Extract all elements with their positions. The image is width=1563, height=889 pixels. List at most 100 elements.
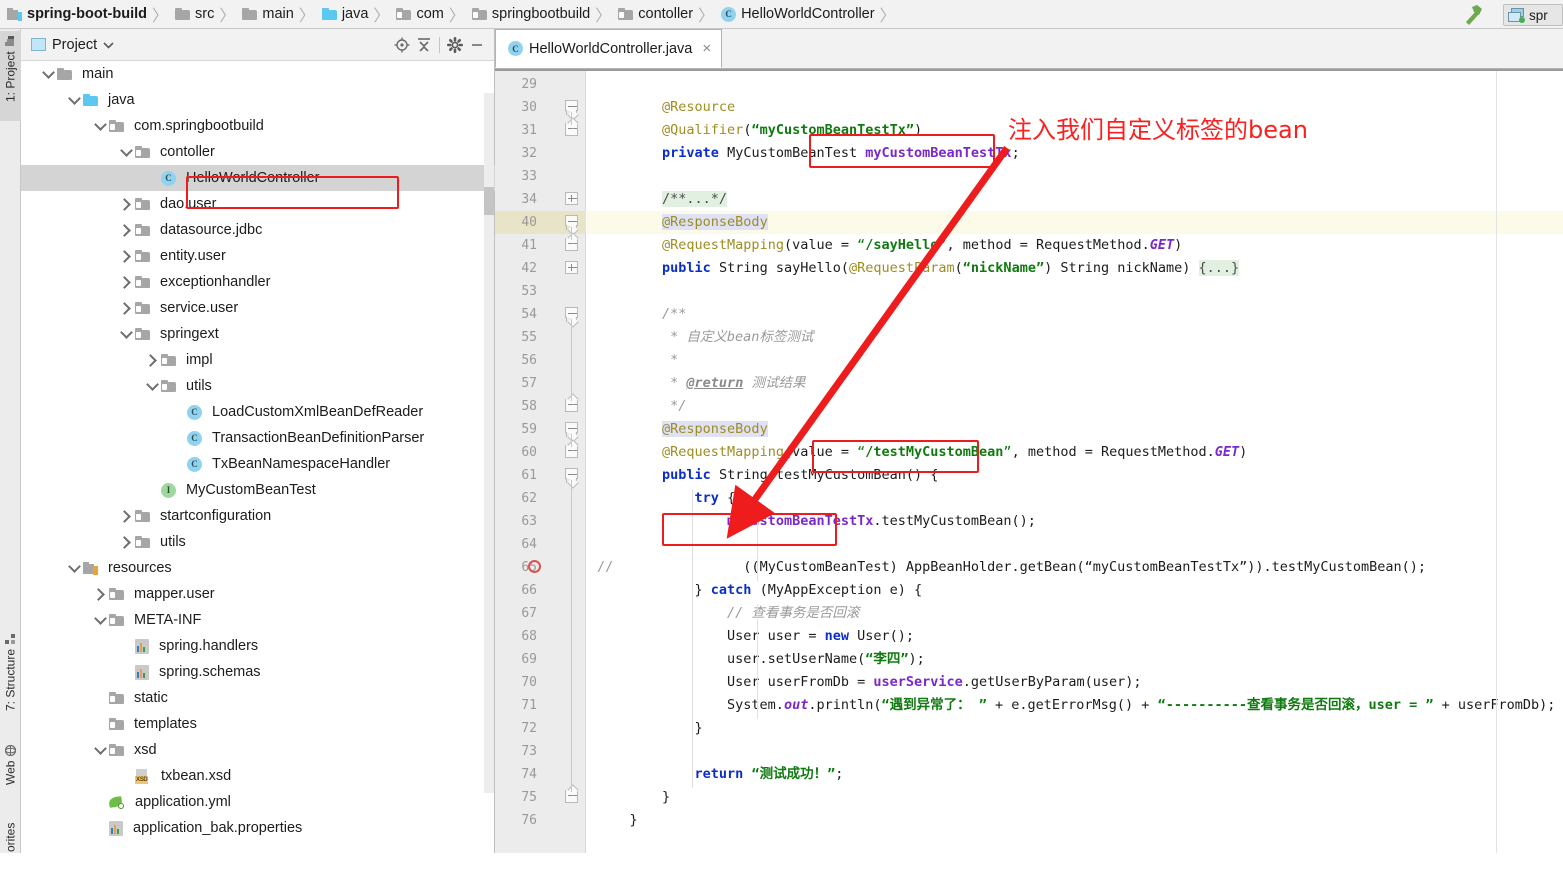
chevron-down-icon[interactable] (103, 41, 114, 49)
tree-row[interactable]: utils (21, 529, 495, 555)
tree-row[interactable]: main (21, 61, 495, 87)
code-line[interactable]: User userFromDb = userService.getUserByP… (597, 671, 1142, 694)
code-line[interactable]: private MyCustomBeanTest myCustomBeanTes… (597, 142, 1020, 165)
fold-marker-plus[interactable] (565, 261, 580, 276)
chevron-right-icon[interactable] (143, 347, 161, 373)
tree-row[interactable]: impl (21, 347, 495, 373)
tree-row[interactable]: xsd (21, 737, 495, 763)
tree-row[interactable]: XSD txbean.xsd (21, 763, 495, 789)
tree-row[interactable]: java (21, 87, 495, 113)
breadcrumb-item-contoller[interactable]: contoller (615, 0, 695, 29)
breakpoint-icon[interactable] (528, 560, 541, 573)
code-line[interactable]: try { (597, 487, 736, 510)
tree-row[interactable]: C LoadCustomXmlBeanDefReader (21, 399, 495, 425)
chevron-down-icon[interactable] (91, 113, 109, 139)
code-line[interactable]: /** (597, 303, 686, 326)
fold-marker-top[interactable] (565, 307, 580, 328)
hammer-icon[interactable] (1463, 5, 1485, 25)
chevron-right-icon[interactable] (117, 269, 135, 295)
tree-row[interactable]: resources (21, 555, 495, 581)
tree-row[interactable]: templates (21, 711, 495, 737)
code-line[interactable]: @ResponseBody (597, 418, 768, 441)
chevron-down-icon[interactable] (117, 321, 135, 347)
code-line[interactable]: @ResponseBody (597, 211, 768, 234)
editor-tab-helloworldcontroller[interactable]: C HelloWorldController.java × (495, 29, 723, 68)
code-line[interactable]: myCustomBeanTestTx.testMyCustomBean(); (597, 510, 1036, 533)
chevron-down-icon[interactable] (65, 555, 83, 581)
locate-icon[interactable] (391, 34, 413, 56)
tree-row[interactable]: C TransactionBeanDefinitionParser (21, 425, 495, 451)
chevron-down-icon[interactable] (117, 139, 135, 165)
chevron-down-icon[interactable] (143, 373, 161, 399)
tree-row[interactable]: startconfiguration (21, 503, 495, 529)
chevron-down-icon[interactable] (65, 87, 83, 113)
tree-row[interactable]: spring.schemas (21, 659, 495, 685)
code-line[interactable]: } catch (MyAppException e) { (597, 579, 923, 602)
code-line[interactable]: * 自定义bean标签测试 (597, 326, 813, 349)
code-line[interactable]: * @return 测试结果 (597, 372, 805, 395)
code-line[interactable]: @Qualifier(“myCustomBeanTestTx”) (597, 119, 922, 142)
breadcrumb-item-com[interactable]: com (393, 0, 445, 29)
code-line[interactable]: public String sayHello(@RequestParam(“ni… (597, 257, 1240, 280)
code-line[interactable]: @RequestMapping(value = “/sayHello”, met… (597, 234, 1182, 257)
tree-row[interactable]: springext (21, 321, 495, 347)
code-line[interactable]: // 查看事务是否回滚 (597, 602, 859, 625)
code-line[interactable]: /**...*/ (597, 188, 728, 211)
breadcrumb-item-src[interactable]: src (172, 0, 216, 29)
tree-row[interactable]: dao.user (21, 191, 495, 217)
tree-row[interactable]: application.yml (21, 789, 495, 815)
code-line[interactable]: System.out.println(“遇到异常了： ” + e.getErro… (597, 694, 1555, 717)
code-line[interactable]: } (597, 717, 703, 740)
chevron-right-icon[interactable] (117, 295, 135, 321)
fold-marker-top[interactable] (565, 215, 580, 236)
chevron-right-icon[interactable] (117, 217, 135, 243)
chevron-right-icon[interactable] (117, 243, 135, 269)
tree-row[interactable]: exceptionhandler (21, 269, 495, 295)
code-line[interactable]: * (597, 349, 678, 372)
fold-marker-top[interactable] (565, 468, 580, 489)
code-line[interactable]: @RequestMapping(value = “/testMyCustomBe… (597, 441, 1247, 464)
chevron-right-icon[interactable] (117, 503, 135, 529)
code-line[interactable]: // ((MyCustomBeanTest) AppBeanHolder.get… (597, 556, 1426, 579)
fold-marker-bot[interactable] (565, 116, 580, 138)
chevron-down-icon[interactable] (39, 61, 57, 87)
code-line[interactable]: } (597, 786, 670, 809)
breadcrumb-item-springbootbuild[interactable]: springbootbuild (469, 0, 592, 29)
tree-row[interactable]: META-INF (21, 607, 495, 633)
fold-marker-bot[interactable] (565, 438, 580, 460)
tool-tab-project[interactable]: 1: Project (0, 31, 21, 121)
code-line[interactable]: } (597, 809, 638, 832)
code-line[interactable]: user.setUserName(“李四”); (597, 648, 925, 671)
fold-marker-bot[interactable] (565, 783, 580, 805)
tree-row[interactable]: I MyCustomBeanTest (21, 477, 495, 503)
tree-row[interactable]: C TxBeanNamespaceHandler (21, 451, 495, 477)
fold-marker-bot[interactable] (565, 392, 580, 414)
project-panel-scrollbar[interactable] (484, 93, 494, 793)
tool-tab-structure[interactable]: 7: Structure (0, 629, 21, 729)
tree-row[interactable]: spring.handlers (21, 633, 495, 659)
chevron-down-icon[interactable] (91, 737, 109, 763)
breadcrumb-item-helloworldcontroller[interactable]: C HelloWorldController (718, 0, 877, 29)
chevron-right-icon[interactable] (91, 581, 109, 607)
breadcrumb-item-java[interactable]: java (319, 0, 371, 29)
fold-marker-bot[interactable] (565, 231, 580, 253)
project-panel-scrollbar-thumb[interactable] (484, 187, 494, 215)
tree-row-selected[interactable]: C HelloWorldController (21, 165, 495, 191)
tree-row[interactable]: com.springbootbuild (21, 113, 495, 139)
chevron-right-icon[interactable] (117, 191, 135, 217)
tree-row[interactable]: mapper.user (21, 581, 495, 607)
breadcrumb-item-spring-boot-build[interactable]: spring-boot-build (4, 0, 149, 29)
breadcrumb-item-main[interactable]: main (239, 0, 295, 29)
tree-row[interactable]: contoller (21, 139, 495, 165)
close-icon[interactable]: × (702, 40, 711, 57)
tree-row[interactable]: entity.user (21, 243, 495, 269)
gear-icon[interactable] (444, 34, 466, 56)
fold-marker-top[interactable] (565, 422, 580, 443)
project-view-selector[interactable]: Project (31, 37, 391, 53)
tree-row[interactable]: application_bak.properties (21, 815, 495, 841)
chevron-right-icon[interactable] (117, 529, 135, 555)
tree-row[interactable]: static (21, 685, 495, 711)
project-tree[interactable]: main java com.springbootbuild contoller C Hel… (21, 61, 495, 853)
tree-row[interactable]: datasource.jdbc (21, 217, 495, 243)
code-editor[interactable]: 29 30 31 32 33 34 40 41 42 53 54 55 56 57 58 59 60 61 62 63… (495, 71, 1563, 853)
